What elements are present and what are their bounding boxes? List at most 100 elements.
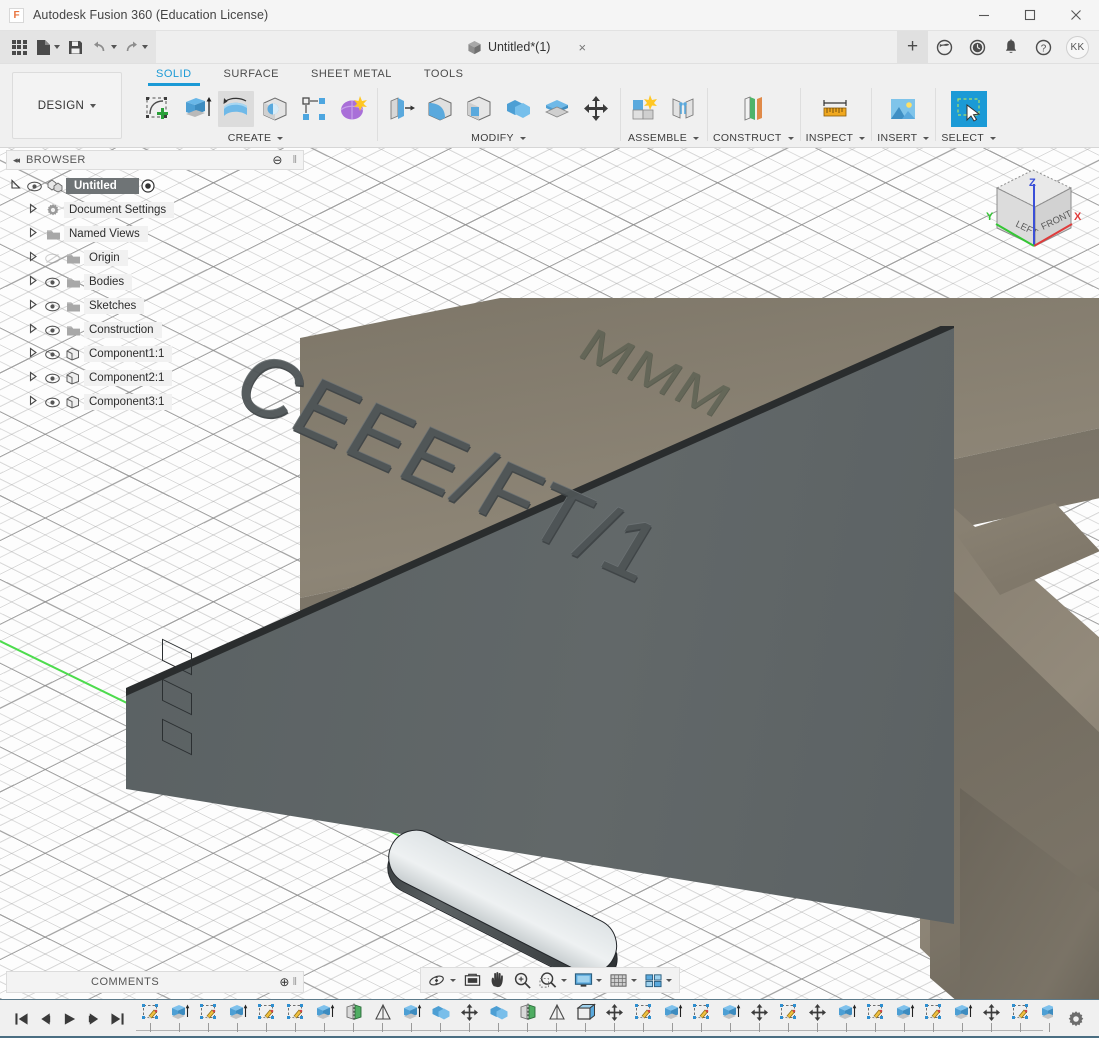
tab-solid[interactable]: SOLID [140,64,208,86]
document-tab-close-icon[interactable]: × [578,41,586,54]
job-status-icon[interactable] [928,31,961,64]
press-pull-icon[interactable] [383,91,419,127]
fillet-icon[interactable] [422,91,458,127]
construct-group-label[interactable]: CONSTRUCT [713,132,794,147]
sweep-icon[interactable] [257,91,293,127]
tree-item-construction[interactable]: Construction [6,318,304,342]
pan-button[interactable] [486,968,509,992]
extrude-icon[interactable] [179,91,215,127]
pattern-icon[interactable] [296,91,332,127]
timeline-feature-box[interactable] [571,1000,600,1038]
look-at-button[interactable] [460,968,485,992]
tree-item-component2[interactable]: Component2:1 [6,366,304,390]
grid-snaps-button[interactable] [606,968,640,992]
timeline-feature-move[interactable] [600,1000,629,1038]
construction-plane-icon[interactable] [735,91,771,127]
expand-arrow-icon[interactable] [24,227,42,241]
timeline-feature-extrude[interactable] [1035,1000,1053,1038]
tree-item-bodies[interactable]: Bodies [6,270,304,294]
modify-group-label[interactable]: MODIFY [471,132,526,147]
visibility-eye-icon[interactable] [24,181,44,192]
expand-arrow-icon[interactable] [6,179,24,193]
expand-arrow-icon[interactable] [24,347,42,361]
insert-group-label[interactable]: INSERT [877,132,930,147]
select-group-label[interactable]: SELECT [941,132,997,147]
visibility-eye-icon[interactable] [42,301,62,312]
visibility-eye-icon[interactable] [42,349,62,360]
tree-item-untitled[interactable]: Untitled [6,174,304,198]
timeline-feature-move[interactable] [977,1000,1006,1038]
expand-arrow-icon[interactable] [24,323,42,337]
split-face-icon[interactable] [539,91,575,127]
undo-button[interactable] [88,31,119,64]
timeline-feature-extrude[interactable] [658,1000,687,1038]
timeline-feature-mirror[interactable] [339,1000,368,1038]
add-comment-icon[interactable]: ⊕ [279,975,289,989]
zoom-button[interactable] [510,968,535,992]
timeline-feature-combine[interactable] [426,1000,455,1038]
create-form-icon[interactable] [335,91,371,127]
timeline-feature-move[interactable] [803,1000,832,1038]
document-tab[interactable]: Untitled*(1) × [465,31,588,64]
tab-tools[interactable]: TOOLS [408,64,480,83]
timeline-feature-sketch[interactable] [861,1000,890,1038]
workspace-selector[interactable]: DESIGN [12,72,122,139]
visibility-eye-icon[interactable] [42,373,62,384]
timeline-feature-move[interactable] [745,1000,774,1038]
new-tab-button[interactable]: + [897,30,928,64]
timeline-feature-sketch[interactable] [687,1000,716,1038]
display-settings-button[interactable] [571,968,605,992]
expand-arrow-icon[interactable] [24,275,42,289]
visibility-eye-off-icon[interactable] [42,253,62,264]
expand-arrow-icon[interactable] [24,299,42,313]
timeline-feature-extrude[interactable] [165,1000,194,1038]
timeline-feature-sketch[interactable] [1006,1000,1035,1038]
recent-activity-icon[interactable] [961,31,994,64]
shell-icon[interactable] [461,91,497,127]
select-tool-icon[interactable] [950,91,987,127]
tree-item-sketches[interactable]: Sketches [6,294,304,318]
browser-minimize-icon[interactable]: ⊖ [272,153,282,167]
tab-surface[interactable]: SURFACE [208,64,295,83]
go-to-end-button[interactable] [106,1006,128,1032]
expand-arrow-icon[interactable] [24,251,42,265]
tree-item-document-settings[interactable]: Document Settings [6,198,304,222]
timeline-feature-sketch[interactable] [252,1000,281,1038]
timeline-feature-sketch[interactable] [919,1000,948,1038]
redo-button[interactable] [119,31,150,64]
timeline-feature-extrude[interactable] [832,1000,861,1038]
insert-image-icon[interactable] [885,91,921,127]
assemble-group-label[interactable]: ASSEMBLE [628,132,699,147]
timeline-feature-chamfer[interactable] [542,1000,571,1038]
fit-button[interactable] [536,968,570,992]
timeline-feature-sketch[interactable] [281,1000,310,1038]
play-button[interactable] [58,1006,80,1032]
timeline-feature-mirror[interactable] [513,1000,542,1038]
timeline-feature-sketch[interactable] [774,1000,803,1038]
tree-item-component1[interactable]: Component1:1 [6,342,304,366]
comments-resize-grip[interactable]: ‖ [292,976,297,988]
timeline-settings-button[interactable] [1053,1010,1099,1028]
comments-panel[interactable]: COMMENTS ⊕ ‖ [6,971,304,993]
timeline-feature-sketch[interactable] [629,1000,658,1038]
expand-arrow-icon[interactable] [24,371,42,385]
visibility-eye-icon[interactable] [42,397,62,408]
collapse-left-icon[interactable]: ◂◂ [13,155,20,166]
orbit-button[interactable] [425,968,459,992]
close-button[interactable] [1053,0,1099,31]
timeline-feature-move[interactable] [455,1000,484,1038]
timeline-feature-extrude[interactable] [310,1000,339,1038]
timeline-feature-extrude[interactable] [948,1000,977,1038]
timeline-feature-sketch[interactable] [194,1000,223,1038]
step-back-button[interactable] [34,1006,56,1032]
notifications-icon[interactable] [994,31,1027,64]
tab-sheet-metal[interactable]: SHEET METAL [295,64,408,83]
measure-icon[interactable] [817,91,853,127]
tree-item-component3[interactable]: Component3:1 [6,390,304,414]
create-group-label[interactable]: CREATE [228,132,284,147]
save-button[interactable] [62,31,88,64]
visibility-eye-icon[interactable] [42,277,62,288]
timeline-feature-extrude[interactable] [397,1000,426,1038]
timeline-feature-extrude[interactable] [890,1000,919,1038]
timeline-track[interactable] [136,1000,1053,1038]
